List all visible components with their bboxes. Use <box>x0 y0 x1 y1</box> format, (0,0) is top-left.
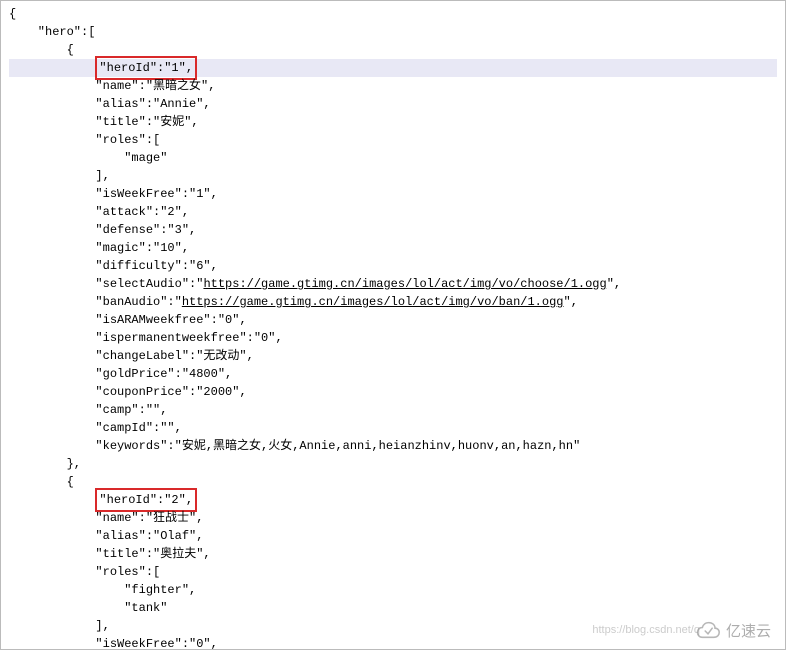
code-line-highlighted: "heroId":"1", <box>9 59 777 77</box>
url-link: https://game.gtimg.cn/images/lol/act/img… <box>182 295 564 309</box>
code-line: "title":"奥拉夫", <box>9 545 777 563</box>
code-line: "fighter", <box>9 581 777 599</box>
code-line: "banAudio":"https://game.gtimg.cn/images… <box>9 293 777 311</box>
code-line: "goldPrice":"4800", <box>9 365 777 383</box>
code-line: "attack":"2", <box>9 203 777 221</box>
code-line: "heroId":"2", <box>9 491 777 509</box>
code-line: ], <box>9 167 777 185</box>
code-line: "isWeekFree":"0", <box>9 635 777 653</box>
code-line: { <box>9 5 777 23</box>
code-line: "tank" <box>9 599 777 617</box>
code-line: "roles":[ <box>9 563 777 581</box>
code-line: "hero":[ <box>9 23 777 41</box>
code-line: "alias":"Annie", <box>9 95 777 113</box>
code-line: "keywords":"安妮,黑暗之女,火女,Annie,anni,heianz… <box>9 437 777 455</box>
code-line: "isARAMweekfree":"0", <box>9 311 777 329</box>
code-line: "camp":"", <box>9 401 777 419</box>
code-line: "roles":[ <box>9 131 777 149</box>
watermark-url: https://blog.csdn.net/q <box>592 624 700 636</box>
code-line: "difficulty":"6", <box>9 257 777 275</box>
watermark-logo: 亿速云 <box>694 620 771 641</box>
code-line: "alias":"Olaf", <box>9 527 777 545</box>
url-link: https://game.gtimg.cn/images/lol/act/img… <box>203 277 606 291</box>
code-line: "couponPrice":"2000", <box>9 383 777 401</box>
code-line: "name":"黑暗之女", <box>9 77 777 95</box>
cloud-icon <box>694 621 722 641</box>
code-line: "selectAudio":"https://game.gtimg.cn/ima… <box>9 275 777 293</box>
code-line: "isWeekFree":"1", <box>9 185 777 203</box>
logo-text: 亿速云 <box>726 620 771 641</box>
code-line: "campId":"", <box>9 419 777 437</box>
code-line: "ispermanentweekfree":"0", <box>9 329 777 347</box>
code-line: }, <box>9 455 777 473</box>
code-line: "mage" <box>9 149 777 167</box>
code-line: "magic":"10", <box>9 239 777 257</box>
code-line: "name":"狂战士", <box>9 509 777 527</box>
json-code-block: { "hero":[ { "heroId":"1", "name":"黑暗之女"… <box>1 1 785 657</box>
code-line: "changeLabel":"无改动", <box>9 347 777 365</box>
code-line: "title":"安妮", <box>9 113 777 131</box>
code-line: "defense":"3", <box>9 221 777 239</box>
